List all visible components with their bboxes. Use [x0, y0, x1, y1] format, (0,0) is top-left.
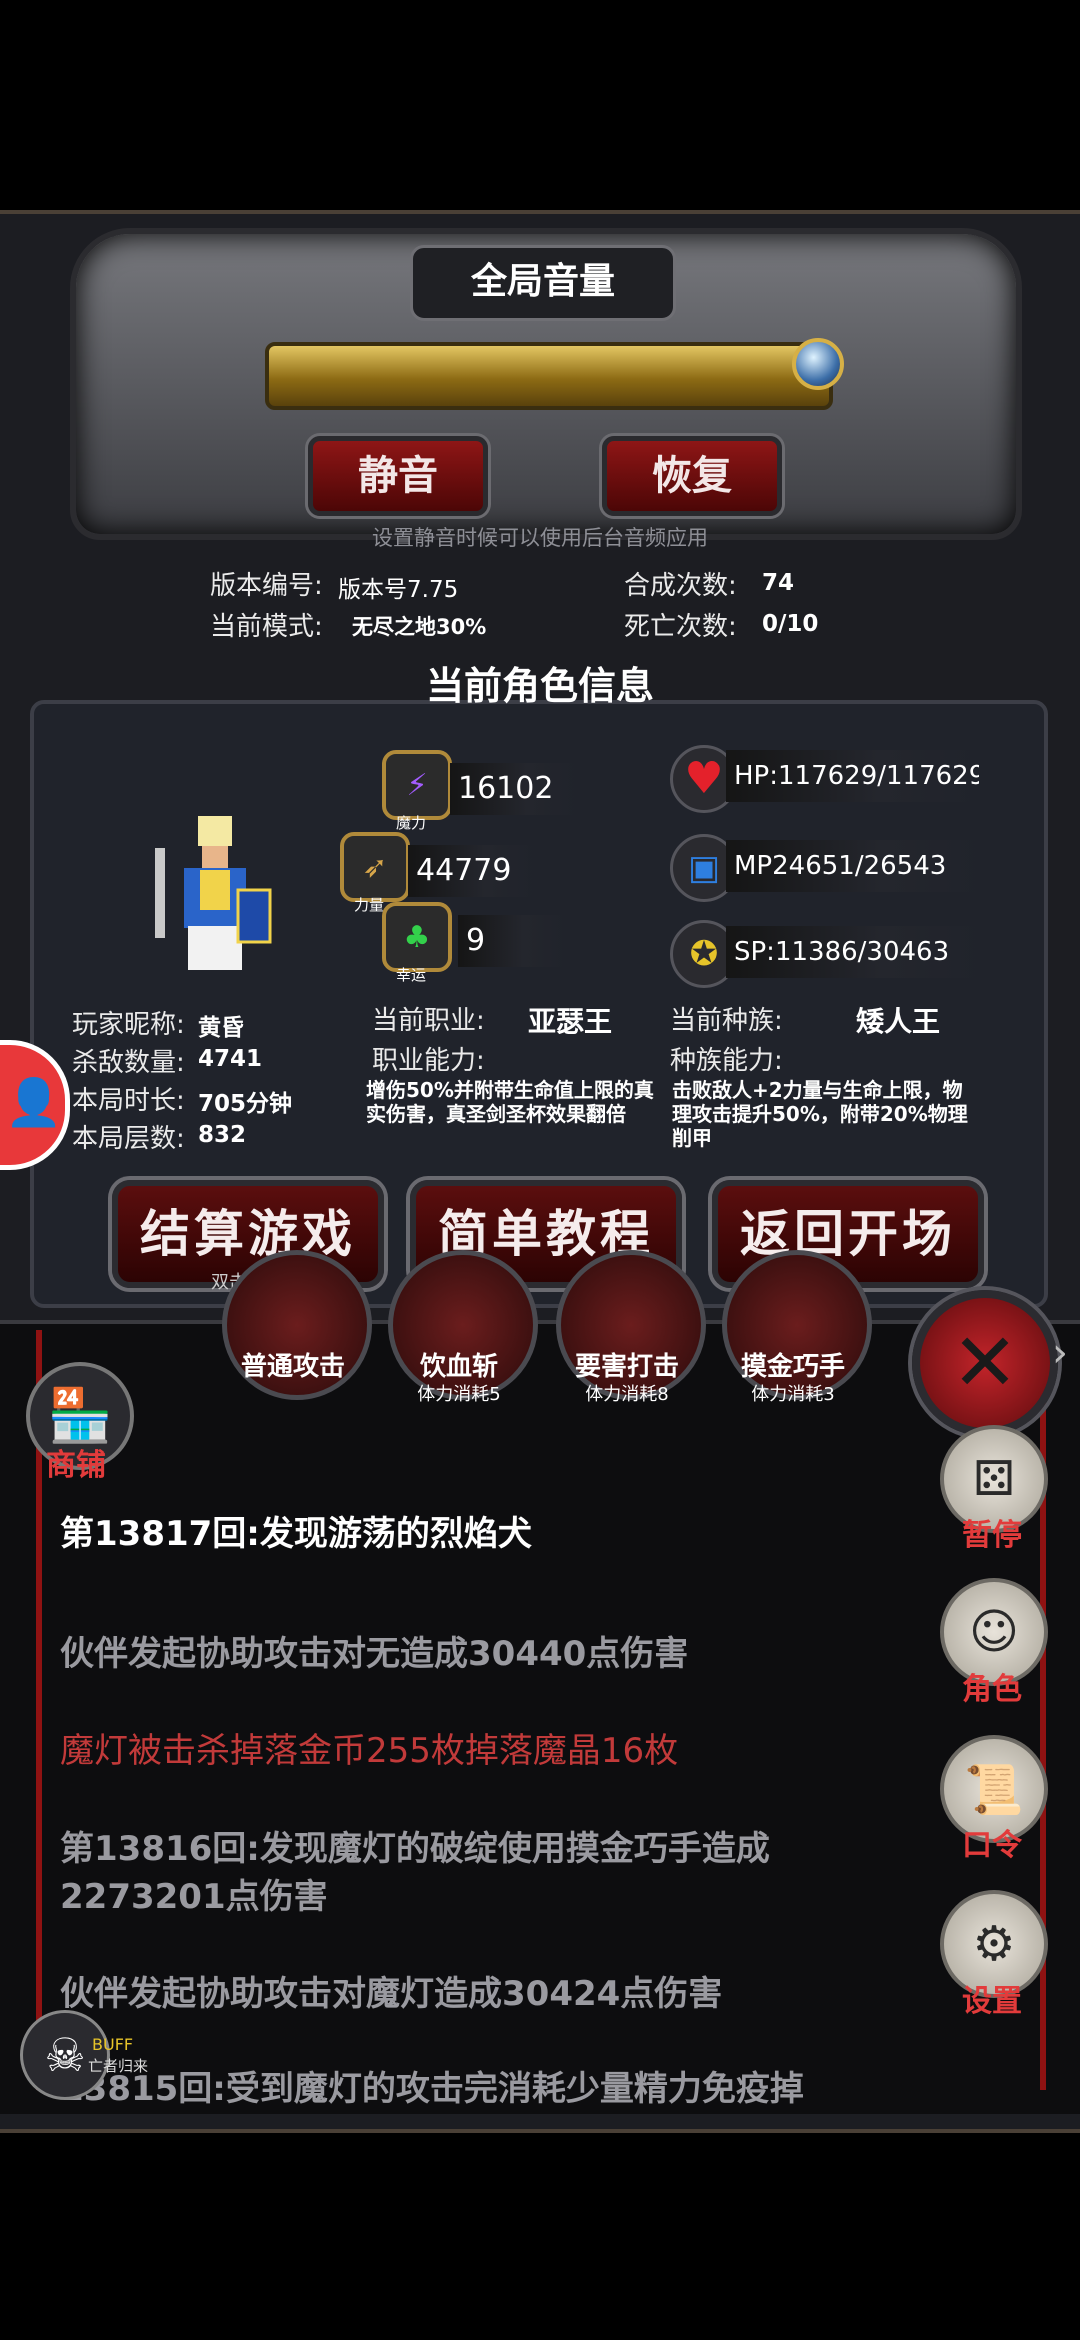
log-line: 第13817回:发现游荡的烈焰犬 — [60, 1514, 532, 1554]
job-ability-label: 职业能力: — [372, 1046, 485, 1076]
duration-value: 705分钟 — [198, 1091, 293, 1117]
job-value: 亚瑟王 — [528, 1005, 613, 1038]
log-line: 魔灯被击杀掉落金币255枚掉落魔晶16枚 — [60, 1731, 679, 1771]
log-line: 13815回:受到魔灯的攻击完消耗少量精力免疫掉 — [60, 2069, 804, 2105]
buff-sub: 亡者归来 — [88, 2057, 149, 2075]
pause-label: 暂停 — [962, 1518, 1022, 1553]
user-icon: 👤 — [5, 1075, 63, 1129]
settings-label: 设置 — [962, 1984, 1022, 2019]
code-label: 口令 — [962, 1828, 1022, 1863]
floor-label: 本局层数: — [72, 1124, 185, 1154]
skill-name: 饮血斩 — [419, 1352, 498, 1382]
restore-button[interactable]: 恢复 — [602, 436, 782, 516]
magic-icon: ⚡ — [382, 750, 452, 820]
floor-value: 832 — [198, 1122, 247, 1148]
job-label: 当前职业: — [372, 1006, 485, 1036]
sp-value: SP:11386/30463 — [726, 926, 984, 978]
chevron-right-icon[interactable]: › — [1052, 1330, 1068, 1376]
volume-hint: 设置静音时候可以使用后台音频应用 — [372, 526, 708, 550]
mute-button[interactable]: 静音 — [308, 436, 488, 516]
synth-label: 合成次数: — [624, 571, 737, 601]
hooded-figure-icon: ☺ — [968, 1604, 1020, 1660]
gear-icon: ⚙ — [972, 1916, 1016, 1972]
skill-cost: 体力消耗5 — [417, 1384, 501, 1405]
race-ability-desc: 击败敌人+2力量与生命上限，物理攻击提升50%，附带20%物理削甲 — [672, 1078, 968, 1150]
luck-value: 9 — [458, 915, 566, 967]
dice-icon: ⚄ — [973, 1451, 1015, 1507]
kills-label: 杀敌数量: — [72, 1048, 185, 1078]
strength-value: 44779 — [408, 845, 536, 897]
skill-name: 要害打击 — [574, 1352, 679, 1382]
race-label: 当前种族: — [670, 1006, 783, 1036]
job-ability-desc: 增伤50%并附带生命值上限的真实伤害，真圣剑圣杯效果翻倍 — [366, 1078, 654, 1126]
character-section-title: 当前角色信息 — [425, 664, 654, 708]
shop-label: 商铺 — [46, 1448, 106, 1483]
hp-value: HP:117629/117629 — [726, 750, 979, 802]
skill-cost: 体力消耗8 — [585, 1384, 669, 1405]
nickname-label: 玩家昵称: — [72, 1010, 185, 1040]
race-ability-label: 种族能力: — [670, 1046, 783, 1076]
log-line: 伙伴发起协助攻击对魔灯造成30424点伤害 — [60, 1974, 723, 2014]
volume-title: 全局音量 — [410, 245, 676, 321]
duration-label: 本局时长: — [72, 1086, 185, 1116]
death-value: 0/10 — [762, 611, 819, 637]
death-label: 死亡次数: — [624, 612, 737, 642]
strength-icon: ➶ — [340, 832, 410, 902]
scroll-icon: 📜 — [964, 1761, 1024, 1818]
nickname-value: 黄昏 — [198, 1015, 244, 1041]
log-line: 伙伴发起协助攻击对无造成30440点伤害 — [60, 1634, 689, 1674]
strength-label: 力量 — [354, 896, 385, 914]
skill-cost: 体力消耗3 — [751, 1384, 835, 1405]
mode-label: 当前模式: — [210, 612, 323, 642]
kills-value: 4741 — [198, 1046, 263, 1072]
role-label: 角色 — [962, 1672, 1022, 1707]
volume-slider-knob[interactable] — [792, 338, 844, 390]
luck-label: 幸运 — [396, 966, 427, 984]
skill-name: 摸金巧手 — [740, 1352, 845, 1382]
buff-label: BUFF — [92, 2035, 134, 2054]
magic-value: 16102 — [450, 763, 578, 815]
skill-name: 普通攻击 — [240, 1352, 345, 1382]
volume-slider[interactable] — [265, 342, 833, 410]
character-avatar — [150, 808, 280, 978]
magic-label: 魔力 — [396, 814, 427, 832]
race-value: 矮人王 — [856, 1005, 941, 1038]
luck-icon: ♣ — [382, 902, 452, 972]
mode-value: 无尽之地30% — [352, 615, 487, 639]
log-line: 第13816回:发现魔灯的破绽使用摸金巧手造成2273201点伤害 — [60, 1829, 770, 1917]
mp-value: MP24651/26543 — [726, 840, 984, 892]
version-label: 版本编号: — [210, 571, 323, 601]
version-value: 版本号7.75 — [338, 577, 459, 603]
close-button[interactable]: ✕ — [912, 1290, 1058, 1436]
synth-value: 74 — [762, 570, 795, 596]
